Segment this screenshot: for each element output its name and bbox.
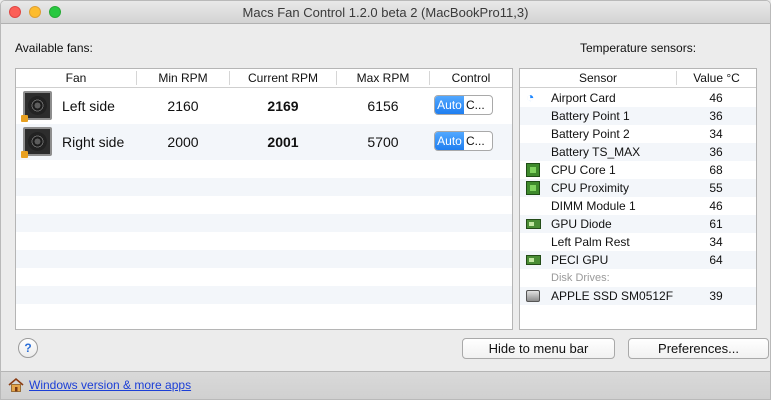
sensor-group-label: Disk Drives: [551, 272, 610, 284]
fan-control-segmented: Auto C... [434, 131, 493, 151]
available-fans-label: Available fans: [15, 41, 93, 55]
empty-row [16, 196, 512, 214]
sensor-value: 46 [709, 199, 723, 213]
col-fan[interactable]: Fan [16, 71, 136, 85]
app-window: Macs Fan Control 1.2.0 beta 2 (MacBookPr… [0, 0, 771, 400]
fan-control-custom-button[interactable]: C... [465, 132, 492, 150]
gpu-card-icon [526, 255, 541, 265]
title-bar[interactable]: Macs Fan Control 1.2.0 beta 2 (MacBookPr… [1, 1, 770, 24]
fan-icon [21, 91, 52, 122]
sensor-name: Battery Point 1 [551, 109, 630, 123]
fans-table-header: Fan Min RPM Current RPM Max RPM Control [16, 69, 512, 88]
preferences-button[interactable]: Preferences... [628, 338, 769, 359]
sensor-row-battery-point-2[interactable]: Battery Point 2 34 [520, 125, 756, 143]
fan-max-rpm: 5700 [367, 134, 399, 150]
fan-max-rpm: 6156 [367, 98, 399, 114]
sensor-row-battery-ts-max[interactable]: Battery TS_MAX 36 [520, 143, 756, 161]
empty-row [16, 286, 512, 304]
fan-control-custom-button[interactable]: C... [465, 96, 492, 114]
sensor-row-dimm-module-1[interactable]: DIMM Module 1 46 [520, 197, 756, 215]
cpu-chip-icon [526, 181, 540, 195]
fan-control-segmented: Auto C... [434, 95, 493, 115]
sensor-value: 34 [709, 127, 723, 141]
sensor-name: PECI GPU [551, 253, 609, 267]
sensor-value: 64 [709, 253, 723, 267]
empty-row [16, 268, 512, 286]
sensor-name: CPU Proximity [551, 181, 630, 195]
empty-row [16, 160, 512, 178]
sensor-value: 39 [709, 289, 723, 303]
fan-min-rpm: 2000 [167, 134, 199, 150]
sensors-table: Sensor Value °C ◔ Airport Card 46 Batter… [519, 68, 757, 330]
fan-name: Right side [62, 134, 125, 150]
window-title: Macs Fan Control 1.2.0 beta 2 (MacBookPr… [242, 5, 529, 20]
fan-row-right-side[interactable]: Right side 2000 2001 5700 Auto C... [16, 124, 512, 160]
col-current-rpm[interactable]: Current RPM [230, 71, 336, 85]
fan-name: Left side [62, 98, 115, 114]
fan-control-auto-button[interactable]: Auto [435, 132, 464, 150]
sensor-value: 36 [709, 145, 723, 159]
fan-current-rpm: 2169 [267, 98, 299, 114]
sensor-row-left-palm-rest[interactable]: Left Palm Rest 34 [520, 233, 756, 251]
sensor-name: GPU Diode [551, 217, 612, 231]
sensor-name: Battery Point 2 [551, 127, 630, 141]
temperature-sensors-label: Temperature sensors: [580, 41, 697, 55]
col-sensor[interactable]: Sensor [520, 71, 676, 85]
col-min-rpm[interactable]: Min RPM [137, 71, 229, 85]
sensor-row-airport-card[interactable]: ◔ Airport Card 46 [520, 89, 756, 107]
sensor-value: 61 [709, 217, 723, 231]
sensor-row-battery-point-1[interactable]: Battery Point 1 36 [520, 107, 756, 125]
sensor-name: Left Palm Rest [551, 235, 630, 249]
empty-row [16, 178, 512, 196]
sensor-value: 46 [709, 91, 723, 105]
sensor-group-disk-drives: Disk Drives: [520, 269, 756, 287]
col-value[interactable]: Value °C [677, 71, 756, 85]
empty-row [16, 304, 512, 322]
empty-row [16, 232, 512, 250]
wifi-icon: ◔ [526, 89, 535, 105]
sensor-row-cpu-core-1[interactable]: CPU Core 1 68 [520, 161, 756, 179]
gpu-card-icon [526, 219, 541, 229]
sensor-name: CPU Core 1 [551, 163, 616, 177]
empty-row [520, 305, 756, 323]
sensor-row-cpu-proximity[interactable]: CPU Proximity 55 [520, 179, 756, 197]
windows-version-link[interactable]: Windows version & more apps [29, 378, 191, 392]
sensor-value: 34 [709, 235, 723, 249]
fans-table: Fan Min RPM Current RPM Max RPM Control … [15, 68, 513, 330]
fan-min-rpm: 2160 [167, 98, 199, 114]
hard-drive-icon [526, 290, 540, 302]
sensor-value: 68 [709, 163, 723, 177]
hide-to-menu-bar-button[interactable]: Hide to menu bar [462, 338, 615, 359]
fan-row-left-side[interactable]: Left side 2160 2169 6156 Auto C... [16, 88, 512, 124]
sensor-row-gpu-diode[interactable]: GPU Diode 61 [520, 215, 756, 233]
sensor-value: 55 [709, 181, 723, 195]
home-icon [8, 377, 24, 392]
sensor-name: DIMM Module 1 [551, 199, 636, 213]
footer-bar: Windows version & more apps [1, 371, 770, 399]
help-button[interactable]: ? [18, 338, 38, 358]
empty-row [16, 250, 512, 268]
col-control[interactable]: Control [430, 71, 512, 85]
sensor-row-apple-ssd[interactable]: APPLE SSD SM0512F 39 [520, 287, 756, 305]
sensor-row-peci-gpu[interactable]: PECI GPU 64 [520, 251, 756, 269]
sensor-value: 36 [709, 109, 723, 123]
cpu-chip-icon [526, 163, 540, 177]
col-max-rpm[interactable]: Max RPM [337, 71, 429, 85]
sensor-name: Battery TS_MAX [551, 145, 641, 159]
fan-control-auto-button[interactable]: Auto [435, 96, 464, 114]
sensor-name: Airport Card [551, 91, 616, 105]
fan-icon [21, 127, 52, 158]
sensors-table-header: Sensor Value °C [520, 69, 756, 88]
fan-current-rpm: 2001 [267, 134, 299, 150]
empty-row [16, 214, 512, 232]
sensor-name: APPLE SSD SM0512F [551, 289, 674, 303]
